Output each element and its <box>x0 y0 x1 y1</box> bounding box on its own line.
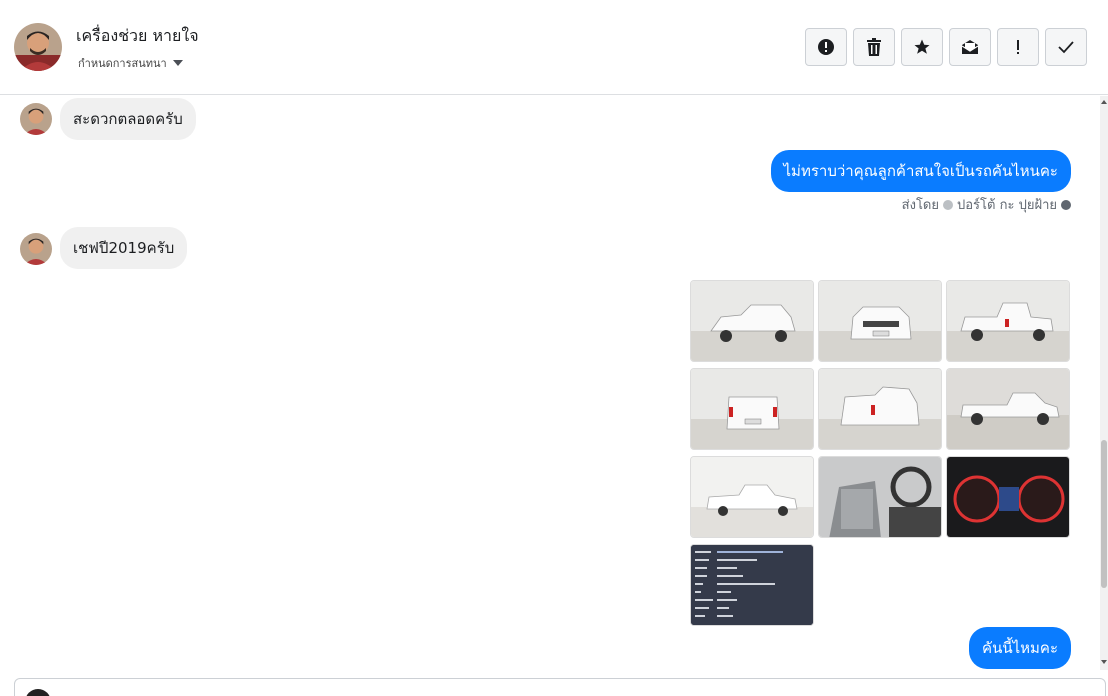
caret-down-icon <box>172 60 183 66</box>
unread-button[interactable] <box>949 28 991 66</box>
important-button[interactable] <box>997 28 1039 66</box>
scroll-down-icon[interactable] <box>1101 660 1107 664</box>
spam-button[interactable] <box>805 28 847 66</box>
incoming-message[interactable]: เชฟปี2019ครับ <box>60 227 188 269</box>
done-button[interactable] <box>1045 28 1087 66</box>
incoming-message[interactable]: สะดวกตลอดครับ <box>60 98 196 140</box>
car-photo[interactable] <box>690 456 814 538</box>
star-icon <box>914 39 930 54</box>
page-avatar <box>25 689 51 696</box>
car-photo[interactable] <box>690 368 814 450</box>
dashboard-photo[interactable] <box>946 456 1070 538</box>
outgoing-message[interactable]: ไม่ทราบว่าคุณลูกค้าสนใจเป็นรถคันไหนคะ <box>770 150 1071 192</box>
conversation-header: เครื่องช่วย หายใจ กำหนดการสนทนา <box>0 0 1108 95</box>
sent-by-name: ปอร์โต้ กะ ปุยฝ้าย <box>957 198 1057 213</box>
exclamation-icon <box>1017 40 1019 54</box>
help-icon[interactable] <box>1061 199 1071 210</box>
alert-circle-icon <box>818 39 834 55</box>
scroll-thumb[interactable] <box>1101 440 1107 588</box>
verified-icon <box>943 199 953 210</box>
sent-by-info: ส่งโดย ปอร์โต้ กะ ปุยฝ้าย <box>902 194 1071 215</box>
scroll-up-icon[interactable] <box>1101 100 1107 104</box>
thread-scrollbar[interactable] <box>1100 96 1108 670</box>
message-composer[interactable] <box>14 678 1106 696</box>
envelope-icon <box>961 40 979 54</box>
checkmark-icon <box>1058 41 1074 54</box>
star-button[interactable] <box>901 28 943 66</box>
car-photo[interactable] <box>690 280 814 362</box>
assign-conversation-dropdown[interactable]: กำหนดการสนทนา <box>78 54 183 72</box>
car-photo[interactable] <box>946 368 1070 450</box>
delete-button[interactable] <box>853 28 895 66</box>
outgoing-message[interactable]: คันนี้ไหมคะ <box>969 627 1071 669</box>
interior-photo[interactable] <box>818 456 942 538</box>
customer-avatar <box>20 103 52 135</box>
car-photo[interactable] <box>818 280 942 362</box>
contact-avatar[interactable] <box>14 23 62 71</box>
message-thread: สะดวกตลอดครับ ไม่ทราบว่าคุณลูกค้าสนใจเป็… <box>0 96 1108 670</box>
customer-avatar <box>20 233 52 265</box>
sent-by-prefix: ส่งโดย <box>901 198 939 213</box>
contact-name[interactable]: เครื่องช่วย หายใจ <box>76 24 199 49</box>
trash-icon <box>867 38 881 56</box>
car-photo[interactable] <box>818 368 942 450</box>
document-photo[interactable] <box>690 544 814 626</box>
assign-label: กำหนดการสนทนา <box>78 57 167 70</box>
car-photo[interactable] <box>946 280 1070 362</box>
